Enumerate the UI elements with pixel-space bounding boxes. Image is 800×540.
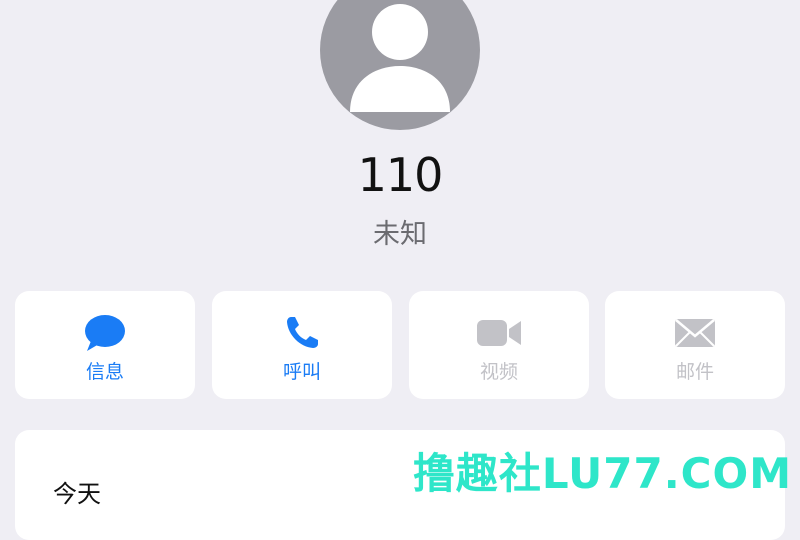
contact-avatar	[320, 0, 480, 130]
message-button[interactable]: 信息	[15, 291, 195, 399]
contact-subtitle: 未知	[373, 219, 427, 250]
person-silhouette-icon	[350, 4, 450, 112]
message-label: 信息	[85, 361, 124, 383]
video-button[interactable]: 视频	[409, 291, 589, 399]
call-button[interactable]: 呼叫	[212, 291, 392, 399]
mail-label: 邮件	[675, 361, 714, 383]
mail-envelope-icon	[605, 313, 785, 353]
mail-button[interactable]: 邮件	[605, 291, 785, 399]
video-camera-icon	[409, 313, 589, 353]
phone-icon	[212, 313, 392, 353]
contact-name: 110	[357, 148, 444, 202]
action-buttons: 信息 呼叫 视频 邮件	[15, 291, 785, 399]
watermark-text: 撸趣社LU77.COM	[412, 449, 792, 498]
history-date-label: 今天	[53, 480, 101, 508]
call-label: 呼叫	[282, 361, 321, 383]
video-label: 视频	[479, 361, 518, 383]
message-bubble-icon	[15, 313, 195, 353]
